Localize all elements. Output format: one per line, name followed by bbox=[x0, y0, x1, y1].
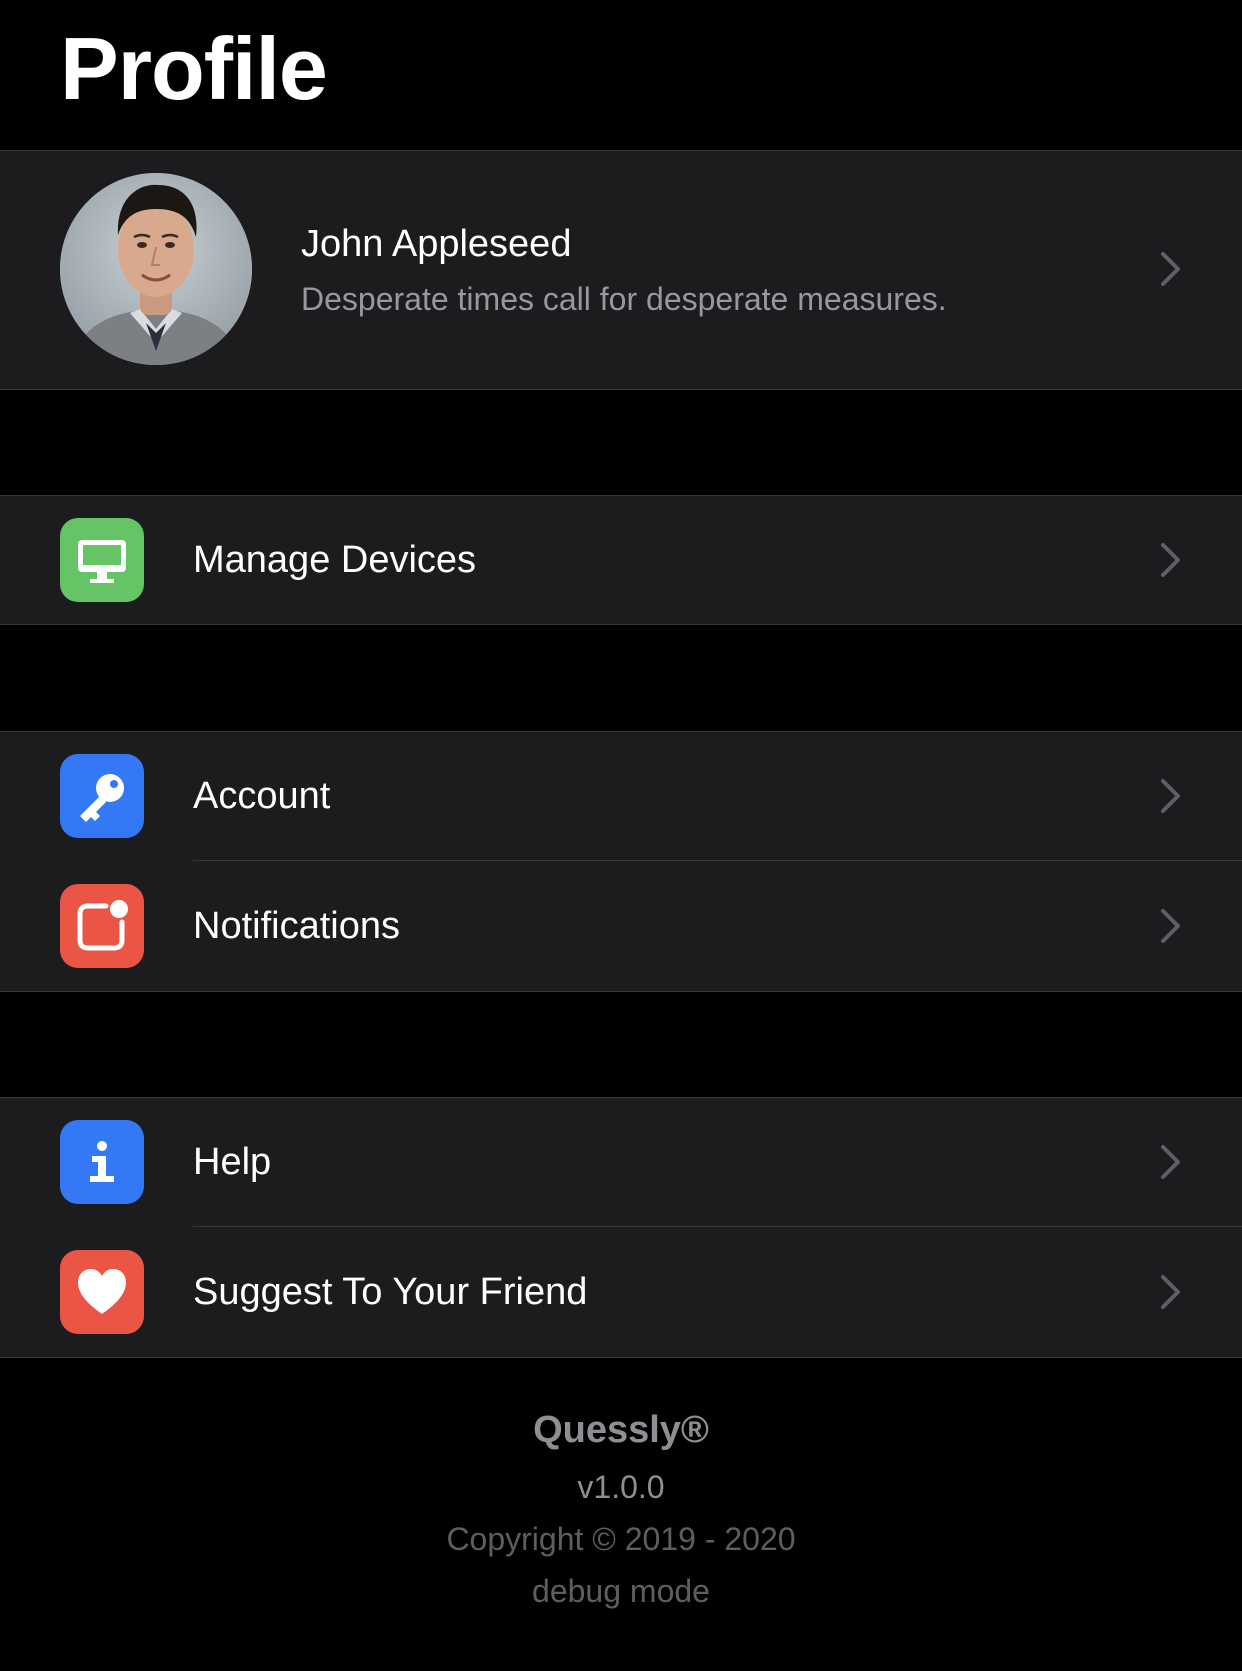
row-label: Help bbox=[193, 1141, 272, 1183]
avatar bbox=[60, 173, 252, 365]
footer-copyright: Copyright © 2019 - 2020 bbox=[446, 1521, 796, 1557]
row-help[interactable]: Help bbox=[0, 1098, 1242, 1227]
key-icon bbox=[60, 754, 144, 838]
profile-cell[interactable]: John Appleseed Desperate times call for … bbox=[0, 150, 1242, 390]
account-group: Account Notifications bbox=[0, 731, 1242, 992]
info-icon bbox=[60, 1120, 144, 1204]
row-suggest-friend[interactable]: Suggest To Your Friend bbox=[0, 1228, 1242, 1357]
chevron-right-icon bbox=[1161, 779, 1180, 813]
row-label: Notifications bbox=[193, 905, 400, 947]
page-title: Profile bbox=[60, 19, 328, 118]
row-separator bbox=[193, 860, 1242, 861]
footer-version: v1.0.0 bbox=[577, 1469, 665, 1505]
heart-icon bbox=[60, 1250, 144, 1334]
chevron-right-icon bbox=[1161, 909, 1180, 943]
devices-group: Manage Devices bbox=[0, 495, 1242, 625]
row-label: Account bbox=[193, 775, 331, 817]
chevron-right-icon bbox=[1161, 252, 1180, 286]
chevron-right-icon bbox=[1161, 1145, 1180, 1179]
footer-brand: Quessly® bbox=[533, 1409, 709, 1451]
desktop-icon bbox=[60, 518, 144, 602]
row-label: Suggest To Your Friend bbox=[193, 1271, 588, 1313]
chevron-right-icon bbox=[1161, 543, 1180, 577]
row-separator bbox=[193, 1226, 1242, 1227]
chevron-right-icon bbox=[1161, 1275, 1180, 1309]
row-label: Manage Devices bbox=[193, 539, 477, 581]
profile-name: John Appleseed bbox=[301, 223, 572, 265]
row-notifications[interactable]: Notifications bbox=[0, 862, 1242, 991]
profile-status: Desperate times call for desperate measu… bbox=[301, 281, 947, 317]
support-group: Help Suggest To Your Friend bbox=[0, 1097, 1242, 1358]
notification-badge-icon bbox=[60, 884, 144, 968]
footer-mode: debug mode bbox=[532, 1573, 710, 1609]
row-account[interactable]: Account bbox=[0, 732, 1242, 861]
row-manage-devices[interactable]: Manage Devices bbox=[0, 496, 1242, 625]
